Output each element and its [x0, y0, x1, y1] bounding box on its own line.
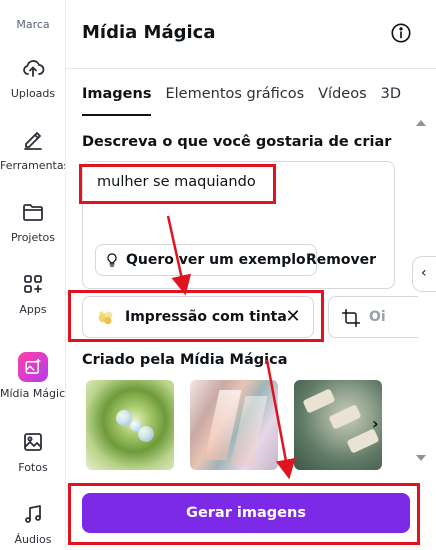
header-divider [66, 68, 436, 69]
cloud-upload-icon [23, 60, 45, 77]
rail-label-audios: Áudios [14, 533, 52, 546]
example-button-label: Quero ver um exemplo [126, 252, 306, 268]
rail-label-projetos: Projetos [10, 231, 56, 244]
style-chip-next[interactable]: Oi [328, 296, 418, 338]
annotation-box-generate [68, 483, 420, 545]
lightbulb-icon [107, 253, 117, 267]
rail-label-uploads: Uploads [10, 87, 56, 100]
rail-item-midia-magica[interactable]: Mídia Mágica [0, 352, 66, 400]
tab-elementos-graficos[interactable]: Elementos gráficos [165, 86, 304, 116]
gallery-title: Criado pela Mídia Mágica [82, 352, 288, 368]
magic-media-panel: Mídia Mágica Imagens Elementos gráficos … [66, 0, 436, 550]
prompt-label: Descreva o que você gostaria de criar [82, 134, 392, 150]
left-rail: Marca Uploads Ferramentas Projetos Apps [0, 0, 66, 550]
rail-label-apps: Apps [19, 303, 47, 316]
apps-grid-icon [24, 275, 42, 293]
chevron-left-icon: ‹ [421, 265, 427, 281]
photo-icon [24, 433, 42, 451]
rail-item-audios[interactable]: Áudios [0, 502, 65, 546]
collapse-panel-button[interactable]: ‹ [412, 256, 436, 292]
media-type-tabs: Imagens Elementos gráficos Vídeos 3D [82, 86, 401, 116]
gallery-thumbnail-dewdrops[interactable] [86, 380, 174, 470]
crop-icon [341, 308, 361, 328]
chevron-right-icon[interactable]: › [372, 414, 379, 433]
gallery-thumbnail-papers[interactable] [294, 380, 382, 470]
music-note-icon [25, 505, 41, 523]
rail-item-apps[interactable]: Apps [0, 272, 65, 316]
remove-button[interactable]: Remover [306, 252, 376, 268]
scroll-up-arrow[interactable] [416, 120, 426, 126]
scroll-down-arrow[interactable] [416, 455, 426, 461]
annotation-box-prompt [79, 164, 276, 204]
style-chip-next-label: Oi [369, 309, 386, 325]
tab-3d[interactable]: 3D [381, 86, 401, 116]
pencil-tool-icon [24, 132, 42, 150]
rail-label-midia-magica: Mídia Mágica [0, 387, 66, 400]
rail-item-projetos[interactable]: Projetos [0, 200, 65, 244]
panel-title: Mídia Mágica [82, 22, 216, 43]
rail-label-fotos: Fotos [18, 461, 48, 474]
annotation-box-style [68, 290, 324, 342]
tab-imagens[interactable]: Imagens [82, 86, 152, 116]
rail-label-ferramentas: Ferramentas [0, 159, 66, 172]
gallery-thumbnail-glass[interactable] [190, 380, 278, 470]
rail-item-ferramentas[interactable]: Ferramentas [0, 128, 66, 172]
info-icon[interactable] [390, 22, 412, 44]
tab-videos[interactable]: Vídeos [318, 86, 367, 116]
folder-icon [23, 204, 43, 221]
rail-item-uploads[interactable]: Uploads [0, 56, 65, 100]
rail-item-fotos[interactable]: Fotos [0, 430, 65, 474]
magic-media-icon [18, 352, 48, 382]
example-button[interactable]: Quero ver um exemplo [95, 244, 317, 276]
rail-brand-label[interactable]: Marca [0, 18, 65, 31]
